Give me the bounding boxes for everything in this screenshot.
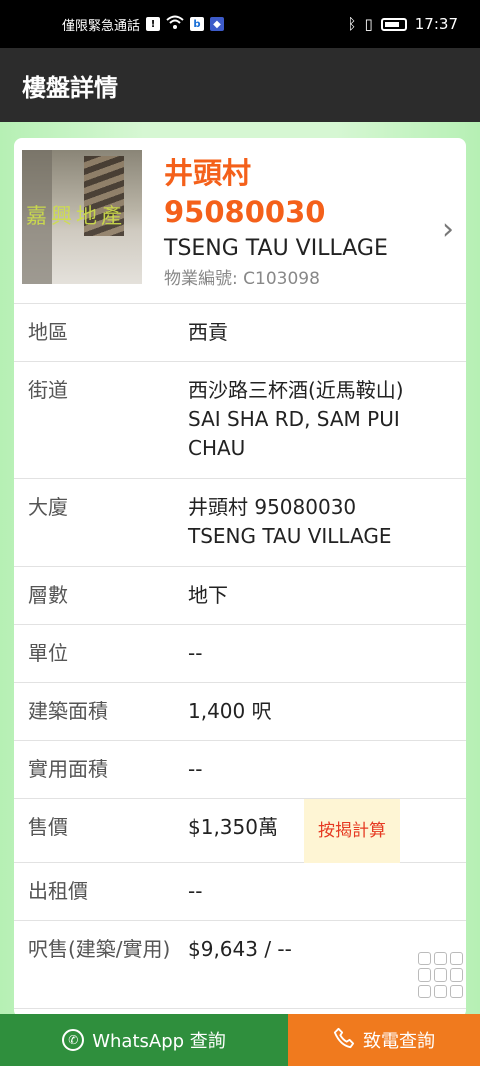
mortgage-calc-button[interactable]: 按揭計算 [303,799,400,863]
call-label: 致電查詢 [363,1031,435,1052]
row-value: -- [188,879,203,903]
chevron-right-icon[interactable]: › [442,212,454,247]
row-value: -- [188,641,203,665]
row-label: 層數 [28,583,68,607]
row-label: 出租價 [28,879,88,903]
detail-row-building: 大廈 井頭村 95080030 TSENG TAU VILLAGE [14,479,466,567]
wifi-icon [166,15,184,33]
row-value: 井頭村 95080030 [188,495,357,519]
vibrate-icon: ▯ [364,15,373,33]
detail-row-price-per-foot: 呎售(建築/實用) $9,643 / -- [14,921,466,1009]
clock: 17:37 [414,15,458,33]
grid-menu-icon[interactable] [418,952,464,998]
row-value-secondary: TSENG TAU VILLAGE [188,524,392,548]
row-value-secondary: SAI SHA RD, SAM PUI CHAU [188,407,400,460]
listing-card: 嘉興地產 井頭村 95080030 TSENG TAU VILLAGE 物業編號… [14,138,466,1018]
row-label: 大廈 [28,495,68,519]
property-photo[interactable]: 嘉興地產 [22,150,142,284]
row-value: $1,350萬 [188,815,278,839]
detail-row-gross-area: 建築面積 1,400 呎 [14,683,466,741]
listing-header[interactable]: 嘉興地產 井頭村 95080030 TSENG TAU VILLAGE 物業編號… [14,138,466,304]
bottom-action-bar: ✆ WhatsApp 查詢 致電查詢 [0,1014,480,1066]
detail-row-district: 地區 西貢 [14,304,466,362]
row-label: 售價 [28,815,68,839]
row-value: 1,400 呎 [188,699,272,723]
photo-watermark: 嘉興地產 [26,204,126,228]
row-label: 街道 [28,378,68,402]
listing-name-en: TSENG TAU VILLAGE [164,236,388,261]
row-label: 單位 [28,641,68,665]
detail-row-rent: 出租價 -- [14,863,466,921]
phone-icon [333,1027,355,1054]
listing-name-cn: 井頭村 [164,156,252,190]
bluetooth-icon: ᛒ [347,15,357,33]
row-label: 地區 [28,320,68,344]
whatsapp-icon: ✆ [62,1029,85,1051]
detail-row-price: 售價 $1,350萬 按揭計算 [14,799,466,863]
row-label: 建築面積 [28,699,108,723]
row-value: 西沙路三杯酒(近馬鞍山) [188,378,404,402]
battery-icon [380,17,407,31]
listing-number: 95080030 [164,195,326,229]
whatsapp-button[interactable]: ✆ WhatsApp 查詢 [0,1014,288,1066]
call-button[interactable]: 致電查詢 [288,1014,480,1066]
whatsapp-label: WhatsApp 查詢 [92,1031,226,1052]
status-bar: 僅限緊急通話 ! b ◆ ᛒ ▯ 17:37 [0,0,480,48]
row-value: -- [188,757,203,781]
row-label: 呎售(建築/實用) [28,937,171,961]
alert-icon: ! [146,17,161,31]
row-label: 實用面積 [28,757,108,781]
detail-row-street: 街道 西沙路三杯酒(近馬鞍山) SAI SHA RD, SAM PUI CHAU [14,362,466,479]
listing-ref: 物業編號: C103098 [164,269,320,289]
detail-row-unit: 單位 -- [14,625,466,683]
page-title: 樓盤詳情 [22,73,118,102]
row-value: 地下 [188,583,228,607]
carrier-text: 僅限緊急通話 [62,18,141,34]
bing-icon: b [190,17,205,31]
app-bar: 樓盤詳情 [0,48,480,122]
row-value: 西貢 [188,320,228,344]
app-notification-icon: ◆ [210,17,225,31]
detail-row-floor: 層數 地下 [14,567,466,625]
detail-row-saleable-area: 實用面積 -- [14,741,466,799]
